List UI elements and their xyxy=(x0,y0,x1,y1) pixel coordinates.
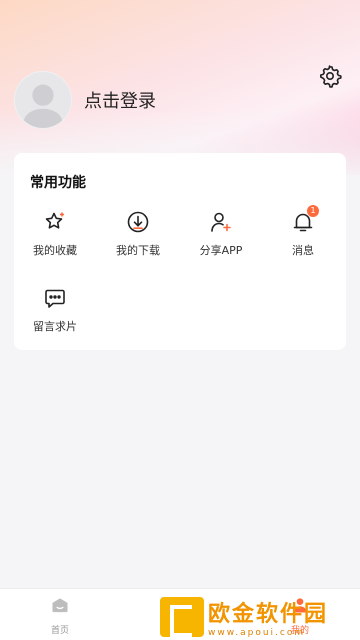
function-label: 分享APP xyxy=(199,244,243,257)
watermark-url: www.apoui.com xyxy=(208,628,306,638)
settings-button[interactable] xyxy=(318,64,342,88)
function-label: 我的收藏 xyxy=(33,244,77,257)
function-label: 我的下载 xyxy=(116,244,160,257)
function-messages[interactable]: 1 消息 xyxy=(268,205,338,266)
common-functions-card: 常用功能 我的收藏 我的下载 分享APP 1 消息 留言求片 xyxy=(14,153,346,350)
function-favorites[interactable]: 我的收藏 xyxy=(20,210,90,266)
watermark-name: 欧金软件园 xyxy=(208,602,329,627)
login-label[interactable]: 点击登录 xyxy=(84,87,156,113)
tab-label: 首页 xyxy=(50,626,69,636)
home-icon xyxy=(52,598,68,613)
avatar[interactable] xyxy=(14,71,72,129)
function-share-app[interactable]: 分享APP xyxy=(186,210,256,266)
tab-home[interactable]: 首页 xyxy=(30,595,90,636)
watermark: 欧金软件园 www.apoui.com xyxy=(160,594,360,640)
share-user-icon xyxy=(211,212,231,232)
message-icon xyxy=(45,289,65,308)
login-area[interactable]: 点击登录 xyxy=(14,71,156,129)
function-label: 消息 xyxy=(292,244,314,257)
function-request-movie[interactable]: 留言求片 xyxy=(20,286,90,342)
card-title: 常用功能 xyxy=(30,175,86,191)
function-downloads[interactable]: 我的下载 xyxy=(103,210,173,266)
gear-icon xyxy=(320,65,342,88)
message-badge: 1 xyxy=(307,205,319,217)
star-icon xyxy=(45,212,64,229)
download-icon xyxy=(127,211,149,233)
function-label: 留言求片 xyxy=(33,320,77,333)
default-avatar-icon xyxy=(23,84,63,128)
watermark-logo xyxy=(160,597,204,637)
